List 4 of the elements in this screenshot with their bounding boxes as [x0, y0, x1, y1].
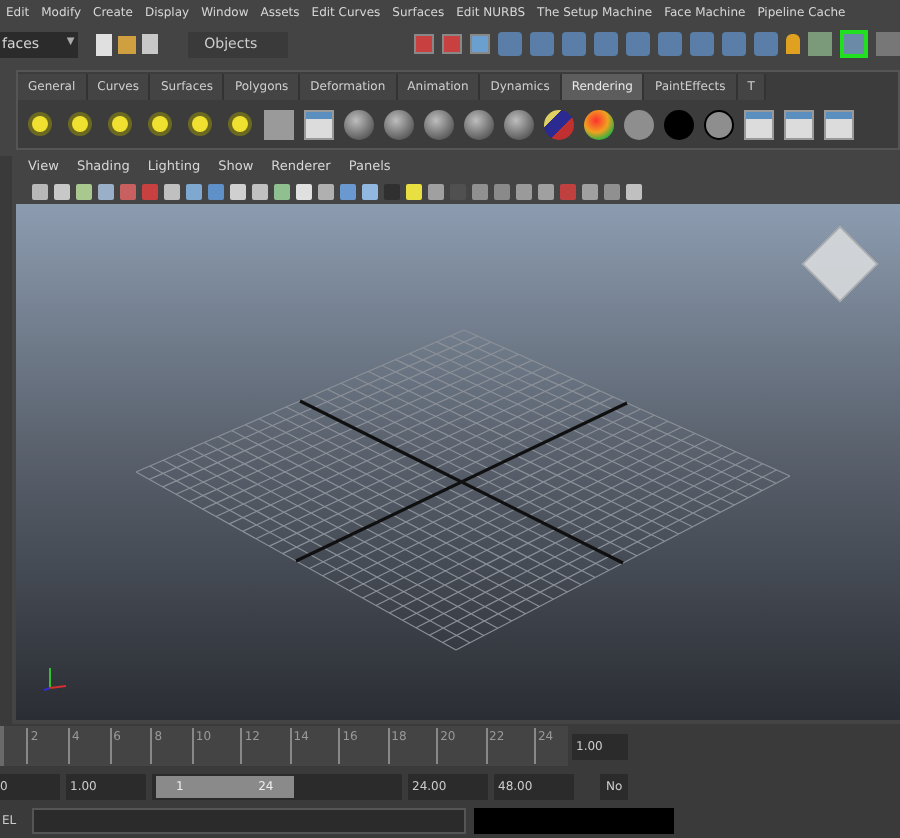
perspective-viewport[interactable]	[16, 204, 900, 720]
axis-icon	[44, 664, 68, 692]
current-time-marker[interactable]	[0, 726, 4, 766]
command-input-field[interactable]	[32, 808, 466, 834]
